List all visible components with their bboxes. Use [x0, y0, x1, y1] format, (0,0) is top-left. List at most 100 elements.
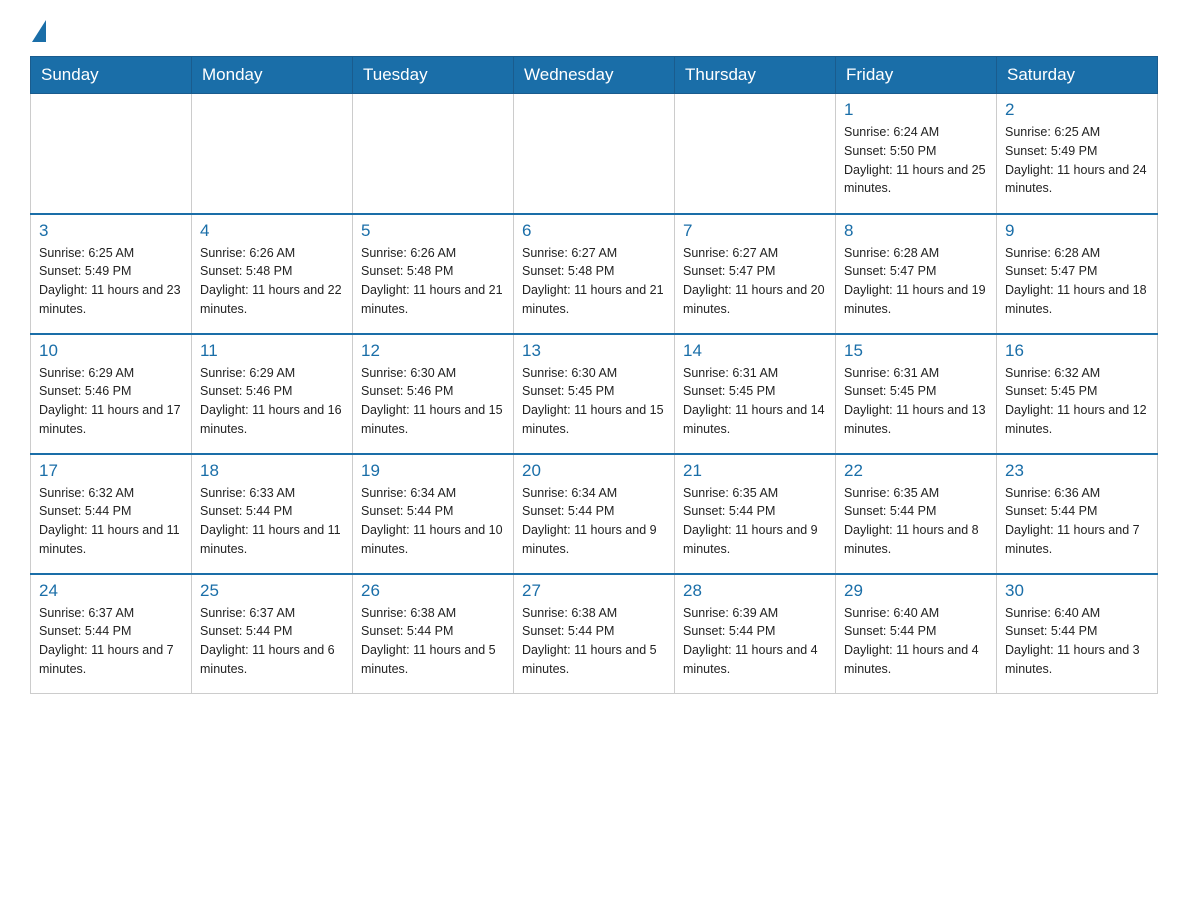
calendar-cell: 20Sunrise: 6:34 AMSunset: 5:44 PMDayligh… — [514, 454, 675, 574]
day-info: Sunrise: 6:35 AMSunset: 5:44 PMDaylight:… — [844, 484, 988, 559]
day-info: Sunrise: 6:25 AMSunset: 5:49 PMDaylight:… — [39, 244, 183, 319]
day-info: Sunrise: 6:36 AMSunset: 5:44 PMDaylight:… — [1005, 484, 1149, 559]
calendar-cell: 22 Sunrise: 6:35 AMSunset: 5:44 PMDayligh… — [836, 454, 997, 574]
calendar-cell: 15 Sunrise: 6:31 AMSunset: 5:45 PMDayligh… — [836, 334, 997, 454]
calendar-cell: 1Sunrise: 6:24 AMSunset: 5:50 PMDaylight… — [836, 94, 997, 214]
day-number: 30 — [1005, 581, 1149, 601]
day-number: 24 — [39, 581, 183, 601]
calendar-cell: 29 Sunrise: 6:40 AMSunset: 5:44 PMDayligh… — [836, 574, 997, 694]
day-info: Sunrise: 6:30 AMSunset: 5:45 PMDaylight:… — [522, 364, 666, 439]
day-info: Sunrise: 6:35 AMSunset: 5:44 PMDaylight:… — [683, 484, 827, 559]
day-number: 26 — [361, 581, 505, 601]
day-number: 2 — [1005, 100, 1149, 120]
day-info: Sunrise: 6:31 AMSunset: 5:45 PMDaylight:… — [844, 364, 988, 439]
day-info: Sunrise: 6:29 AMSunset: 5:46 PMDaylight:… — [200, 364, 344, 439]
day-number: 27 — [522, 581, 666, 601]
day-info: Sunrise: 6:28 AMSunset: 5:47 PMDaylight:… — [1005, 244, 1149, 319]
calendar-cell: 21 Sunrise: 6:35 AMSunset: 5:44 PMDayligh… — [675, 454, 836, 574]
day-number: 25 — [200, 581, 344, 601]
calendar-cell — [192, 94, 353, 214]
week-row-1: 1Sunrise: 6:24 AMSunset: 5:50 PMDaylight… — [31, 94, 1158, 214]
day-info: Sunrise: 6:29 AMSunset: 5:46 PMDaylight:… — [39, 364, 183, 439]
day-info: Sunrise: 6:38 AMSunset: 5:44 PMDaylight:… — [361, 604, 505, 679]
day-number: 16 — [1005, 341, 1149, 361]
week-row-3: 10 Sunrise: 6:29 AMSunset: 5:46 PMDayligh… — [31, 334, 1158, 454]
weekday-header-thursday: Thursday — [675, 57, 836, 94]
day-info: Sunrise: 6:32 AMSunset: 5:45 PMDaylight:… — [1005, 364, 1149, 439]
calendar-cell: 2 Sunrise: 6:25 AMSunset: 5:49 PMDaylight… — [997, 94, 1158, 214]
day-number: 29 — [844, 581, 988, 601]
weekday-header-tuesday: Tuesday — [353, 57, 514, 94]
calendar-cell — [31, 94, 192, 214]
calendar-cell: 10 Sunrise: 6:29 AMSunset: 5:46 PMDayligh… — [31, 334, 192, 454]
weekday-header-wednesday: Wednesday — [514, 57, 675, 94]
day-number: 3 — [39, 221, 183, 241]
day-info: Sunrise: 6:31 AMSunset: 5:45 PMDaylight:… — [683, 364, 827, 439]
calendar-cell — [514, 94, 675, 214]
calendar-cell: 13 Sunrise: 6:30 AMSunset: 5:45 PMDayligh… — [514, 334, 675, 454]
day-info: Sunrise: 6:33 AMSunset: 5:44 PMDaylight:… — [200, 484, 344, 559]
day-number: 4 — [200, 221, 344, 241]
calendar-cell: 3 Sunrise: 6:25 AMSunset: 5:49 PMDaylight… — [31, 214, 192, 334]
calendar-cell: 30 Sunrise: 6:40 AMSunset: 5:44 PMDayligh… — [997, 574, 1158, 694]
calendar-cell: 12Sunrise: 6:30 AMSunset: 5:46 PMDayligh… — [353, 334, 514, 454]
calendar-cell: 28Sunrise: 6:39 AMSunset: 5:44 PMDayligh… — [675, 574, 836, 694]
day-number: 22 — [844, 461, 988, 481]
calendar-cell: 24 Sunrise: 6:37 AMSunset: 5:44 PMDayligh… — [31, 574, 192, 694]
calendar-cell: 17 Sunrise: 6:32 AMSunset: 5:44 PMDayligh… — [31, 454, 192, 574]
day-info: Sunrise: 6:26 AMSunset: 5:48 PMDaylight:… — [361, 244, 505, 319]
day-info: Sunrise: 6:26 AMSunset: 5:48 PMDaylight:… — [200, 244, 344, 319]
calendar-cell: 8 Sunrise: 6:28 AMSunset: 5:47 PMDaylight… — [836, 214, 997, 334]
calendar-cell — [353, 94, 514, 214]
day-number: 11 — [200, 341, 344, 361]
weekday-header-saturday: Saturday — [997, 57, 1158, 94]
day-info: Sunrise: 6:34 AMSunset: 5:44 PMDaylight:… — [361, 484, 505, 559]
day-number: 23 — [1005, 461, 1149, 481]
day-number: 10 — [39, 341, 183, 361]
day-info: Sunrise: 6:24 AMSunset: 5:50 PMDaylight:… — [844, 123, 988, 198]
calendar-cell: 14 Sunrise: 6:31 AMSunset: 5:45 PMDayligh… — [675, 334, 836, 454]
day-info: Sunrise: 6:27 AMSunset: 5:47 PMDaylight:… — [683, 244, 827, 319]
calendar-cell: 11 Sunrise: 6:29 AMSunset: 5:46 PMDayligh… — [192, 334, 353, 454]
day-number: 20 — [522, 461, 666, 481]
day-info: Sunrise: 6:37 AMSunset: 5:44 PMDaylight:… — [39, 604, 183, 679]
calendar-cell: 16 Sunrise: 6:32 AMSunset: 5:45 PMDayligh… — [997, 334, 1158, 454]
calendar-cell: 25 Sunrise: 6:37 AMSunset: 5:44 PMDayligh… — [192, 574, 353, 694]
day-number: 28 — [683, 581, 827, 601]
calendar-cell: 4 Sunrise: 6:26 AMSunset: 5:48 PMDaylight… — [192, 214, 353, 334]
day-number: 19 — [361, 461, 505, 481]
day-number: 13 — [522, 341, 666, 361]
weekday-header-row: SundayMondayTuesdayWednesdayThursdayFrid… — [31, 57, 1158, 94]
day-info: Sunrise: 6:27 AMSunset: 5:48 PMDaylight:… — [522, 244, 666, 319]
day-info: Sunrise: 6:28 AMSunset: 5:47 PMDaylight:… — [844, 244, 988, 319]
calendar-cell: 19 Sunrise: 6:34 AMSunset: 5:44 PMDayligh… — [353, 454, 514, 574]
day-number: 9 — [1005, 221, 1149, 241]
calendar-cell: 26 Sunrise: 6:38 AMSunset: 5:44 PMDayligh… — [353, 574, 514, 694]
calendar-table: SundayMondayTuesdayWednesdayThursdayFrid… — [30, 56, 1158, 694]
day-info: Sunrise: 6:30 AMSunset: 5:46 PMDaylight:… — [361, 364, 505, 439]
weekday-header-sunday: Sunday — [31, 57, 192, 94]
day-number: 15 — [844, 341, 988, 361]
calendar-cell: 23 Sunrise: 6:36 AMSunset: 5:44 PMDayligh… — [997, 454, 1158, 574]
calendar-cell: 5 Sunrise: 6:26 AMSunset: 5:48 PMDaylight… — [353, 214, 514, 334]
calendar-cell: 18Sunrise: 6:33 AMSunset: 5:44 PMDayligh… — [192, 454, 353, 574]
day-number: 7 — [683, 221, 827, 241]
day-info: Sunrise: 6:37 AMSunset: 5:44 PMDaylight:… — [200, 604, 344, 679]
calendar-cell — [675, 94, 836, 214]
logo — [30, 20, 46, 38]
day-number: 5 — [361, 221, 505, 241]
day-info: Sunrise: 6:40 AMSunset: 5:44 PMDaylight:… — [844, 604, 988, 679]
day-number: 17 — [39, 461, 183, 481]
day-info: Sunrise: 6:40 AMSunset: 5:44 PMDaylight:… — [1005, 604, 1149, 679]
week-row-2: 3 Sunrise: 6:25 AMSunset: 5:49 PMDaylight… — [31, 214, 1158, 334]
week-row-5: 24 Sunrise: 6:37 AMSunset: 5:44 PMDayligh… — [31, 574, 1158, 694]
day-number: 8 — [844, 221, 988, 241]
logo-triangle-icon — [32, 20, 46, 42]
day-number: 21 — [683, 461, 827, 481]
weekday-header-friday: Friday — [836, 57, 997, 94]
day-info: Sunrise: 6:32 AMSunset: 5:44 PMDaylight:… — [39, 484, 183, 559]
calendar-cell: 6Sunrise: 6:27 AMSunset: 5:48 PMDaylight… — [514, 214, 675, 334]
weekday-header-monday: Monday — [192, 57, 353, 94]
day-info: Sunrise: 6:25 AMSunset: 5:49 PMDaylight:… — [1005, 123, 1149, 198]
day-number: 14 — [683, 341, 827, 361]
